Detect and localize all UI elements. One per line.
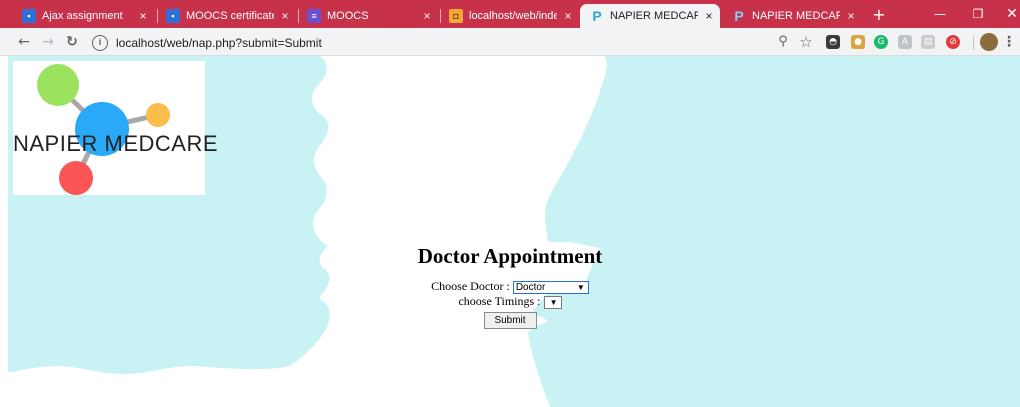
page-content: NAPIER MEDCARE Doctor Appointment Choose… — [0, 56, 1020, 407]
doctor-select[interactable]: Doctor ▼ — [512, 280, 589, 294]
browser-toolbar: ← → ↻ i localhost/web/nap.php?submit=Sub… — [0, 28, 1020, 56]
doc-icon: ▪ — [22, 9, 36, 23]
doc-icon: ▪ — [166, 9, 180, 23]
napier-medcare-logo: NAPIER MEDCARE — [13, 61, 219, 195]
tab-title: Ajax assignment — [42, 10, 123, 22]
close-icon[interactable]: × — [416, 9, 438, 23]
tab-napier-medcare[interactable]: P NAPIER MEDCARE × — [722, 4, 862, 28]
logo-green-circle — [37, 64, 79, 106]
background-right-blob — [528, 56, 1020, 407]
close-icon[interactable]: × — [698, 9, 720, 23]
close-icon[interactable]: × — [557, 9, 579, 23]
logo-red-circle — [59, 161, 93, 195]
logo-graphic — [37, 64, 170, 195]
tab-title: MOOCS certificate — [186, 10, 274, 22]
menu-icon[interactable]: ⋮ — [1002, 32, 1016, 52]
p-icon: P — [592, 8, 602, 24]
new-tab-button[interactable]: + — [868, 5, 890, 25]
tab-moocs[interactable]: ≡ MOOCS × — [297, 4, 438, 28]
tab-localhost-index[interactable]: ◘ localhost/web/index.ph × — [439, 4, 579, 28]
tab-title: NAPIER MEDCARE — [752, 10, 840, 22]
tab-moocs-certificate[interactable]: ▪ MOOCS certificate × — [156, 4, 296, 28]
appointment-form: Doctor Appointment Choose Doctor : Docto… — [0, 244, 1020, 329]
extension-icon[interactable]: A — [898, 35, 912, 49]
minimize-icon[interactable]: — — [920, 3, 960, 25]
tab-ajax-assignment[interactable]: ▪ Ajax assignment × — [12, 4, 154, 28]
p-icon: P — [734, 8, 744, 24]
tab-title: NAPIER MEDCARE — [610, 10, 698, 22]
tab-napier-medcare-active[interactable]: P NAPIER MEDCARE × — [580, 4, 720, 28]
doctor-select-value: Doctor — [515, 281, 546, 293]
page-title: Doctor Appointment — [417, 244, 603, 268]
doctor-label: Choose Doctor : — [431, 279, 510, 293]
address-bar[interactable]: i localhost/web/nap.php?submit=Submit — [88, 32, 824, 53]
extension-icon[interactable]: ● — [851, 35, 865, 49]
logo-text: NAPIER MEDCARE — [13, 131, 219, 156]
tab-title: MOOCS — [327, 10, 369, 22]
extension-icon[interactable]: ⊘ — [946, 35, 960, 49]
profile-avatar[interactable] — [980, 33, 998, 51]
forward-arrow-icon[interactable]: → — [38, 32, 58, 52]
zoom-icon[interactable]: ⚲ — [773, 32, 793, 52]
tab-title: localhost/web/index.ph — [469, 10, 557, 22]
logo-orange-circle — [146, 103, 170, 127]
timings-row: choose Timings : ▼ — [0, 294, 1020, 309]
web-icon: ◘ — [449, 9, 463, 23]
doctor-row: Choose Doctor : Doctor ▼ — [0, 279, 1020, 294]
toolbar-divider — [973, 36, 974, 50]
close-icon[interactable]: × — [274, 9, 296, 23]
window-close-icon[interactable]: ✕ — [992, 3, 1020, 25]
url-text: localhost/web/nap.php?submit=Submit — [116, 35, 322, 50]
info-icon[interactable]: i — [92, 34, 108, 51]
extension-icon[interactable]: ▤ — [921, 35, 935, 49]
timings-select[interactable]: ▼ — [543, 295, 562, 309]
bookmark-star-icon[interactable]: ☆ — [796, 32, 816, 52]
chevron-down-icon: ▼ — [549, 297, 558, 307]
submit-button[interactable]: Submit — [483, 312, 537, 329]
close-icon[interactable]: × — [132, 9, 154, 23]
tab-strip: ▪ Ajax assignment × ▪ MOOCS certificate … — [0, 0, 1020, 28]
grammarly-icon[interactable]: G — [874, 35, 888, 49]
timings-label: choose Timings : — [458, 294, 541, 308]
back-arrow-icon[interactable]: ← — [14, 32, 34, 52]
close-icon[interactable]: × — [840, 9, 862, 23]
extension-icon[interactable]: ◓ — [826, 35, 840, 49]
list-icon: ≡ — [307, 9, 321, 23]
reload-icon[interactable]: ↻ — [62, 32, 82, 52]
chevron-down-icon: ▼ — [576, 282, 585, 292]
